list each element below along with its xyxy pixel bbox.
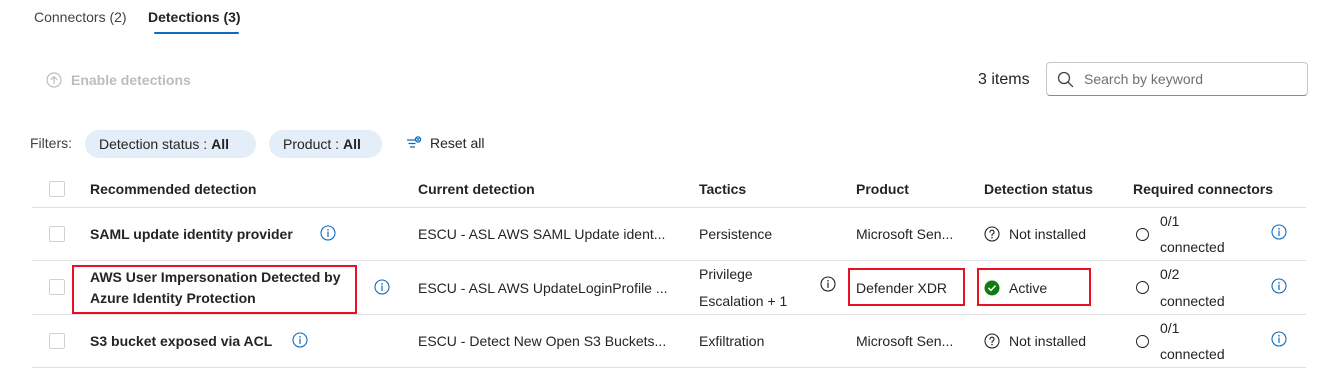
header-detection-status[interactable]: Detection status [984,181,1093,197]
filters-label: Filters: [30,135,72,151]
header-tactics[interactable]: Tactics [699,181,746,197]
tab-connectors[interactable]: Connectors (2) [34,9,127,25]
question-circle-icon [984,226,1000,242]
tactics-value: Persistence [699,226,773,242]
connector-count: 0/1 [1160,213,1180,229]
tactics-value: Exfiltration [699,333,765,349]
detection-status: Active [984,280,1047,296]
info-icon[interactable] [374,279,390,295]
question-circle-icon [984,333,1000,349]
select-all-checkbox[interactable] [49,181,65,197]
current-detection-name: ESCU - ASL AWS UpdateLoginProfile ... [418,280,668,296]
header-required-connectors[interactable]: Required connectors [1133,181,1273,197]
checkmark-circle-icon [984,280,1000,296]
row-divider [32,207,1306,208]
reset-all-button[interactable]: Reset all [406,135,484,151]
detection-status: Not installed [984,333,1086,349]
info-icon[interactable] [1271,278,1287,294]
filter-detection-status-value: All [211,136,230,152]
recommended-detection-name[interactable]: SAML update identity provider [90,226,293,242]
enable-detections-button[interactable]: Enable detections [46,72,191,88]
filter-product[interactable]: Product : All [269,130,382,158]
product-value: Microsoft Sen... [856,333,954,349]
filter-product-value: All [343,136,361,152]
connector-label: connected [1160,346,1225,362]
current-detection-name: ESCU - ASL AWS SAML Update ident... [418,226,666,242]
header-recommended-detection[interactable]: Recommended detection [90,181,256,197]
tactics-info-icon[interactable] [820,276,836,292]
recommended-detection-name-line1[interactable]: AWS User Impersonation Detected by [90,269,341,285]
product-value: Defender XDR [856,280,948,296]
row-checkbox[interactable] [49,279,65,295]
detection-status-label: Not installed [1009,333,1087,349]
filter-detection-status[interactable]: Detection status : All [85,130,256,158]
arrow-up-circle-icon [46,72,62,88]
detection-status: Not installed [984,226,1086,242]
header-product[interactable]: Product [856,181,909,197]
connector-count: 0/2 [1160,266,1180,282]
enable-detections-label: Enable detections [71,72,191,88]
connector-status-circle-icon [1136,281,1149,294]
active-tab-indicator [154,32,239,34]
header-current-detection[interactable]: Current detection [418,181,535,197]
info-icon[interactable] [1271,224,1287,240]
reset-all-label: Reset all [430,135,485,151]
recommended-detection-name[interactable]: S3 bucket exposed via ACL [90,333,272,349]
filter-product-key: Product : [283,136,340,152]
recommended-detection-name-line2[interactable]: Azure Identity Protection [90,290,256,306]
detection-status-label: Active [1009,280,1048,296]
filter-detection-status-key: Detection status : [99,136,208,152]
row-divider [32,367,1306,368]
info-icon[interactable] [320,225,336,241]
connector-label: connected [1160,293,1225,309]
connector-status-circle-icon [1136,335,1149,348]
info-icon[interactable] [1271,331,1287,347]
tab-detections[interactable]: Detections (3) [148,9,241,25]
connector-status-circle-icon [1136,228,1149,241]
detection-status-label: Not installed [1009,226,1087,242]
items-count: 3 items [978,71,1030,88]
search-input[interactable] [1082,70,1296,88]
filter-reset-icon [406,136,422,148]
tactics-value-line1: Privilege [699,266,753,282]
info-icon[interactable] [292,332,308,348]
current-detection-name: ESCU - Detect New Open S3 Buckets... [418,333,667,349]
tactics-value-line2: Escalation + 1 [699,293,788,309]
connector-label: connected [1160,239,1225,255]
row-checkbox[interactable] [49,226,65,242]
row-checkbox[interactable] [49,333,65,349]
connector-count: 0/1 [1160,320,1180,336]
search-box[interactable] [1046,62,1308,96]
row-divider [32,314,1306,315]
product-value: Microsoft Sen... [856,226,954,242]
row-divider [32,260,1306,261]
search-icon [1057,71,1074,87]
